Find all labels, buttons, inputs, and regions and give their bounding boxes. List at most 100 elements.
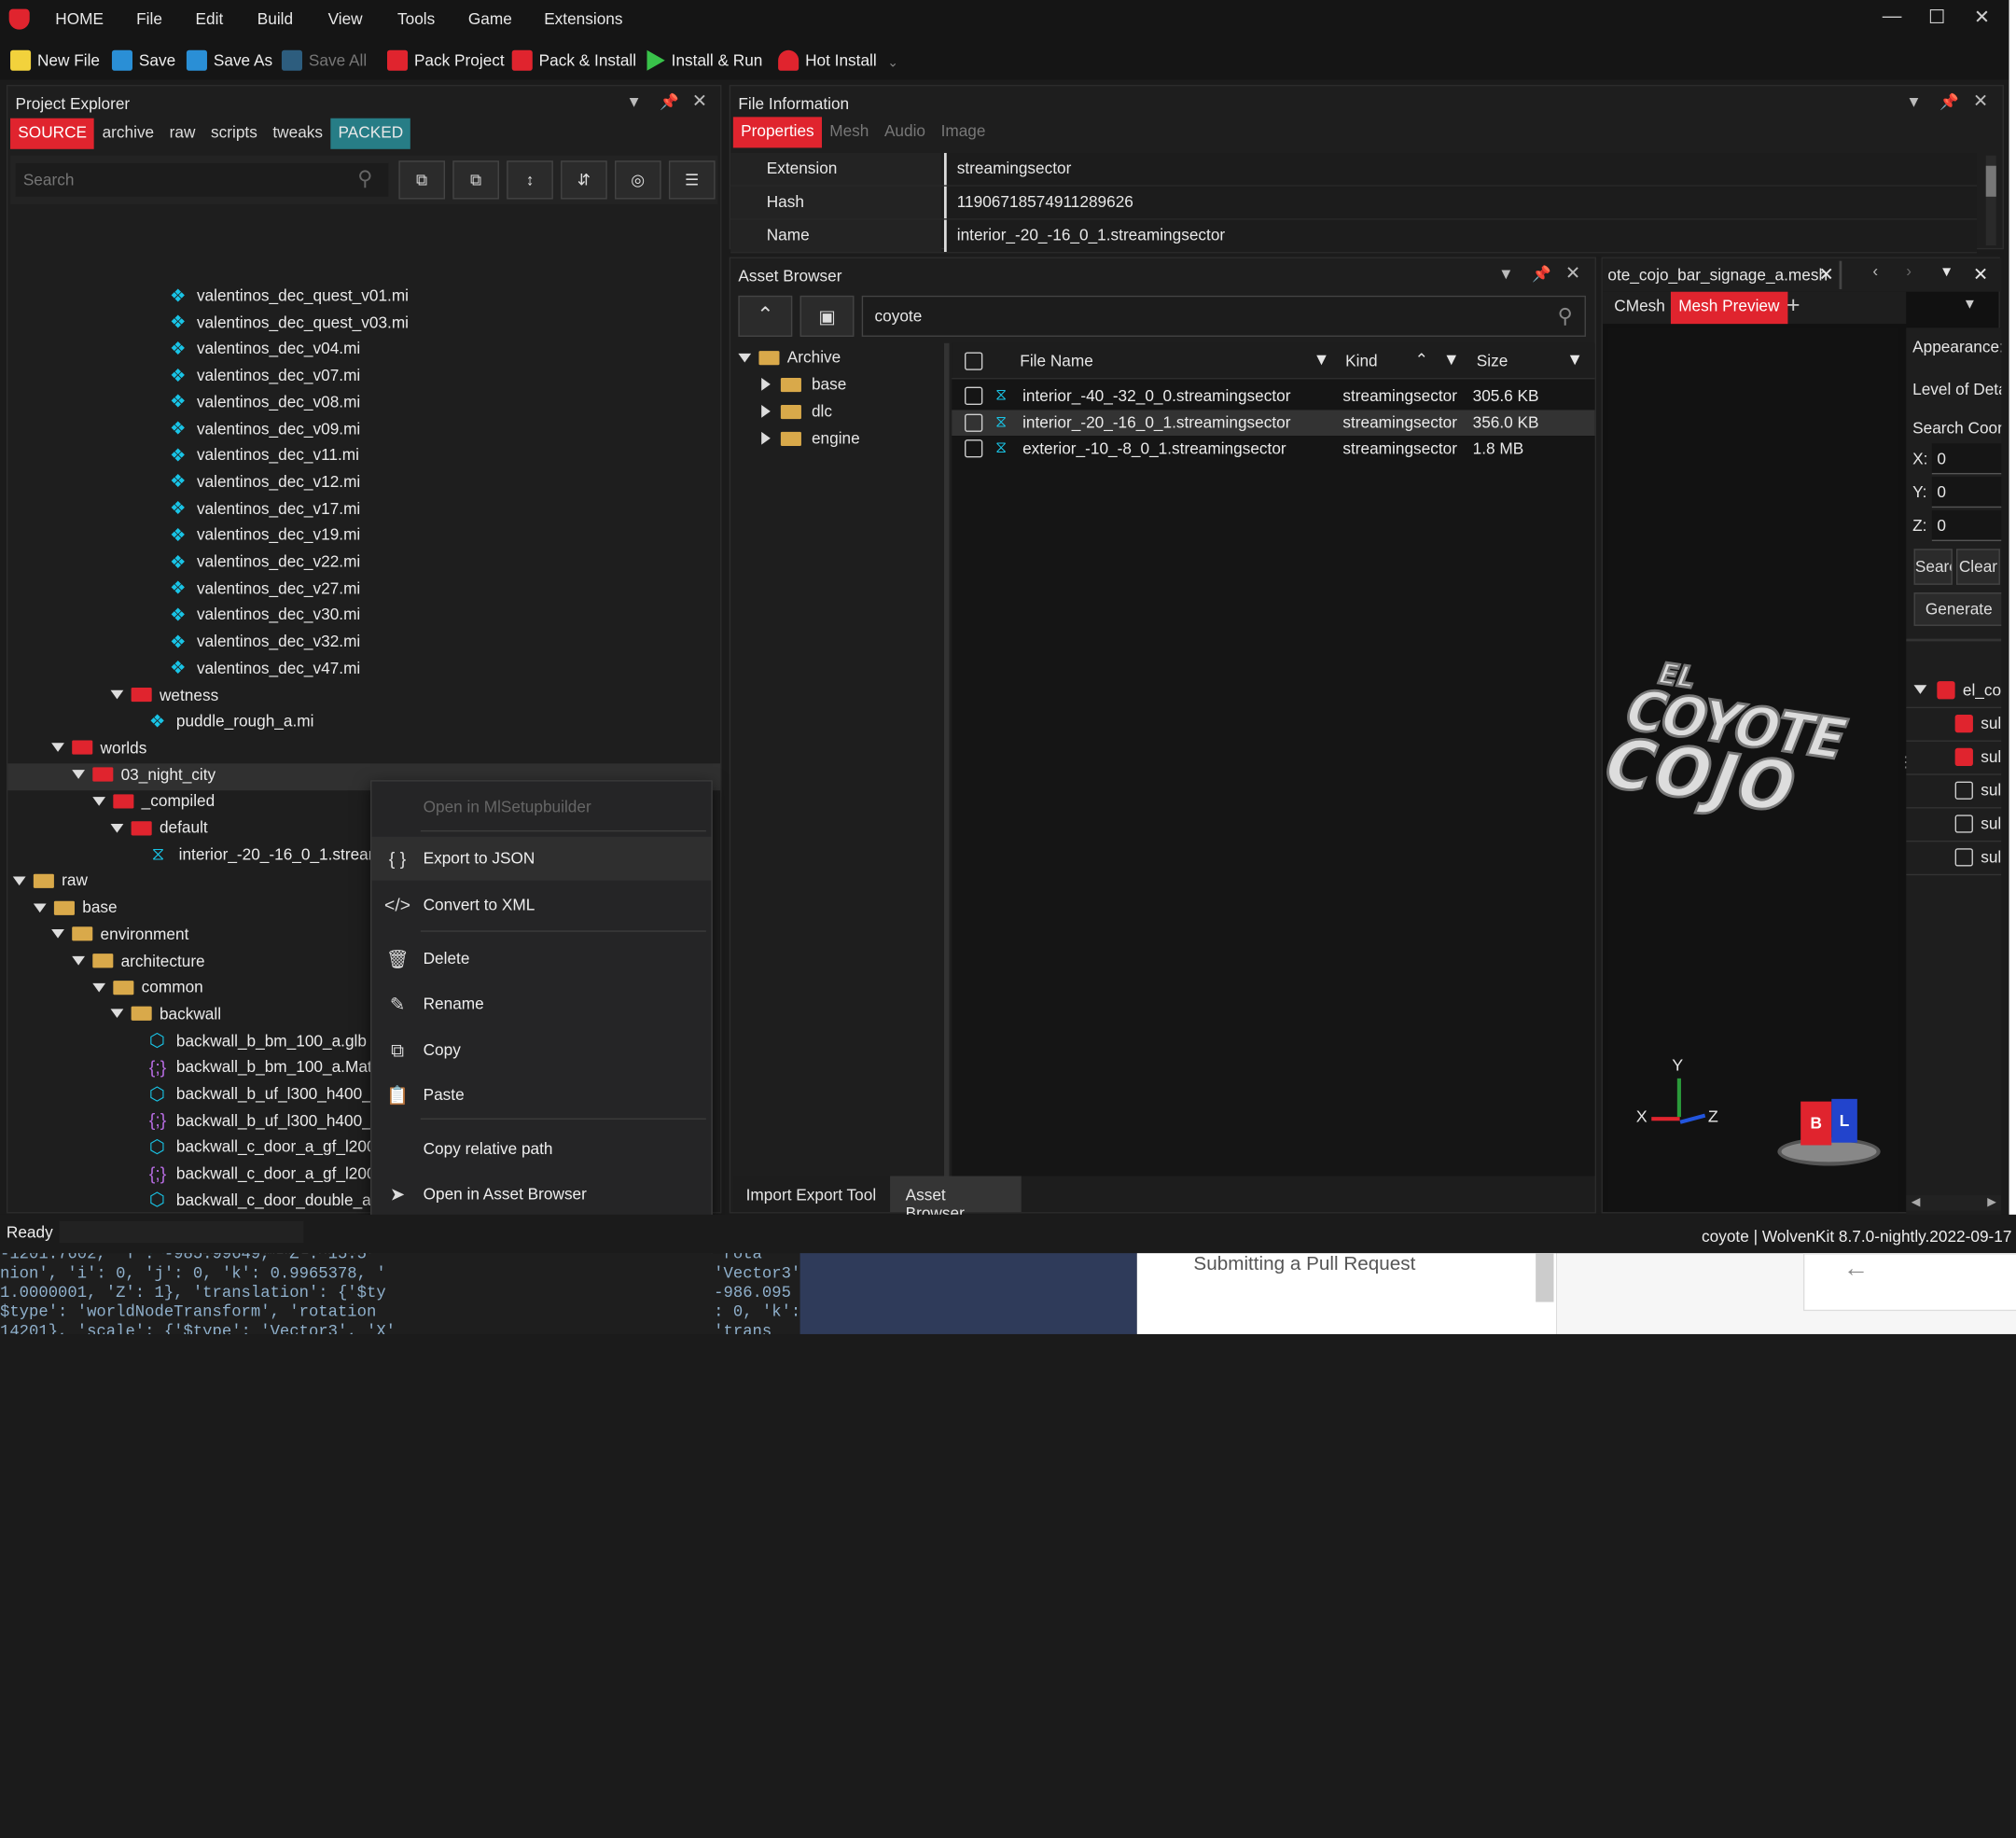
filter-icon[interactable]: ▼ [1443, 350, 1460, 369]
z-input[interactable]: 0 [1931, 509, 2002, 541]
filter-icon[interactable]: ▼ [1314, 350, 1330, 369]
submesh-item[interactable]: sul [1906, 775, 2002, 809]
install-run-button[interactable]: Install & Run [647, 49, 762, 72]
chevron-left-icon[interactable]: ‹ [1872, 262, 1878, 280]
tab-mesh[interactable]: Mesh [822, 117, 877, 147]
tree-file-item[interactable]: {;} backwall_b_uf_l300_h400_wa [149, 1107, 392, 1134]
collapsed-icon[interactable] [761, 431, 771, 445]
tree-file-item[interactable]: ❖ valentinos_dec_v12.mi [170, 469, 360, 495]
arrow-left-icon[interactable]: ← [1843, 1255, 1870, 1285]
toolbar-overflow-icon[interactable]: ⌄ [887, 57, 898, 71]
tree-file-item[interactable]: ❖ valentinos_dec_quest_v03.mi [170, 310, 409, 336]
tab-audio[interactable]: Audio [877, 117, 934, 147]
clear-button[interactable]: Clear [1956, 549, 2000, 585]
select-all-checkbox[interactable] [965, 352, 983, 370]
horizontal-scrollbar[interactable]: ◀ ▶ [1906, 1195, 2002, 1211]
file-row[interactable]: ⧖ interior_-40_-32_0_0.streamingsector str… [952, 383, 1594, 410]
menu-item-paste[interactable]: 📋 Paste [371, 1073, 711, 1117]
filter-icon[interactable]: ▼ [1566, 350, 1583, 369]
expanded-icon[interactable] [92, 982, 106, 993]
tree-file-item[interactable]: ❖ valentinos_dec_quest_v01.mi [170, 283, 409, 309]
tree-file-item[interactable]: ⬡ backwall_c_door_double_a_g [149, 1188, 389, 1214]
tab-mesh-preview[interactable]: Mesh Preview [1670, 291, 1787, 325]
search-icon[interactable]: ⚲ [1558, 303, 1573, 329]
row-checkbox[interactable] [965, 386, 983, 405]
row-checkbox[interactable] [965, 412, 983, 432]
tree-file-item[interactable]: ❖ valentinos_dec_v30.mi [170, 602, 360, 628]
submesh-item[interactable]: el_co [1906, 675, 2002, 709]
dropdown-icon[interactable]: ▼ [1498, 265, 1513, 283]
menu-item-convert-xml[interactable]: </> Convert to XML [371, 883, 711, 926]
folder-dlc[interactable]: dlc [761, 402, 832, 420]
dropdown-icon[interactable]: ▼ [1963, 297, 1977, 313]
dropdown-icon[interactable]: ▼ [1940, 265, 1953, 281]
chevron-right-icon[interactable]: › [1906, 262, 1912, 280]
tree-folder-item[interactable]: default [110, 815, 208, 841]
tree-file-item[interactable]: ❖ puddle_rough_a.mi [149, 708, 314, 734]
expanded-icon[interactable] [72, 955, 85, 966]
expanded-icon[interactable] [738, 353, 752, 362]
scrollbar[interactable] [1536, 1253, 1554, 1302]
hot-install-button[interactable]: Hot Install [778, 49, 877, 72]
property-value[interactable]: streamingsector [943, 152, 1978, 186]
tab-import-export-tool[interactable]: Import Export Tool [733, 1177, 890, 1213]
search-button[interactable]: Searc [1913, 549, 1953, 585]
tree-file-item[interactable]: ❖ valentinos_dec_v04.mi [170, 336, 360, 362]
view-cube-back-face[interactable]: B [1800, 1101, 1832, 1146]
tree-file-item[interactable]: {;} backwall_b_bm_100_a.Materi [149, 1054, 390, 1080]
expanded-icon[interactable] [72, 770, 85, 779]
scrollbar[interactable] [1985, 155, 1996, 246]
expanded-icon[interactable] [110, 1009, 124, 1019]
menu-item-delete[interactable]: 🗑 Delete [371, 937, 711, 981]
tree-file-item[interactable]: ❖ valentinos_dec_v19.mi [170, 522, 360, 549]
collapsed-icon[interactable] [761, 404, 771, 418]
save-as-button[interactable]: Save As [186, 49, 272, 72]
nav-card[interactable]: ← [1802, 1253, 2016, 1312]
tree-folder-item[interactable]: _compiled [92, 788, 215, 815]
menu-view[interactable]: View [328, 10, 363, 28]
menu-game[interactable]: Game [468, 10, 512, 28]
tree-file-item[interactable]: ⬡ backwall_c_door_a_gf_l200.gl [149, 1135, 393, 1161]
tree-file-item[interactable]: ❖ valentinos_dec_v32.mi [170, 629, 360, 655]
column-kind[interactable]: Kind [1345, 352, 1378, 369]
expanded-icon[interactable] [1913, 685, 1927, 694]
row-checkbox[interactable] [965, 439, 983, 458]
save-button[interactable]: Save [111, 49, 175, 72]
tree-file-item[interactable]: {;} backwall_c_door_a_gf_l200.M [149, 1161, 394, 1187]
expanded-icon[interactable] [110, 689, 124, 700]
tree-folder-item[interactable]: 03_night_city [72, 761, 216, 787]
tree-file-item[interactable]: ❖ valentinos_dec_v17.mi [170, 495, 360, 522]
tree-folder-item[interactable]: architecture [72, 948, 205, 974]
menu-item-copy[interactable]: ⧉ Copy [371, 1028, 711, 1072]
property-value[interactable]: 11906718574911289626 [943, 186, 1978, 219]
tree-file-item[interactable]: ❖ valentinos_dec_v07.mi [170, 363, 360, 389]
submesh-checkbox[interactable] [1954, 781, 1973, 800]
x-input[interactable]: 0 [1931, 443, 2002, 475]
file-row[interactable]: ⧖ interior_-20_-16_0_1.streamingsector str… [952, 409, 1595, 436]
expanded-icon[interactable] [92, 796, 106, 806]
close-tab-icon[interactable]: ✕ [1818, 263, 1833, 285]
tab-image[interactable]: Image [933, 117, 993, 147]
submesh-checkbox[interactable] [1937, 681, 1955, 700]
mesh-viewport[interactable]: EL COYOTE COJO Y X Z B L [1591, 327, 1898, 1213]
pin-icon[interactable]: 📌 [1940, 92, 1959, 110]
tree-folder-item[interactable]: wetness [110, 682, 218, 708]
menu-edit[interactable]: Edit [196, 10, 224, 28]
folder-base[interactable]: base [761, 375, 846, 394]
view-cube-left-face[interactable]: L [1831, 1098, 1857, 1143]
menu-build[interactable]: Build [257, 10, 293, 28]
close-window-icon[interactable]: ✕ [1967, 6, 1997, 34]
add-tab-icon[interactable]: + [1787, 292, 1800, 319]
view-cube[interactable]: B L [1775, 1098, 1884, 1177]
submesh-item[interactable]: sul [1906, 708, 2002, 742]
submesh-checkbox[interactable] [1954, 848, 1973, 867]
folder-archive[interactable]: Archive [738, 348, 841, 367]
minimize-icon[interactable]: — [1877, 6, 1908, 34]
close-icon[interactable]: ✕ [1973, 263, 1988, 285]
column-size[interactable]: Size [1477, 352, 1509, 369]
save-all-button[interactable]: Save All [281, 49, 367, 72]
menu-item-export-json[interactable]: { } Export to JSON [371, 836, 712, 881]
asset-search-input[interactable]: coyote ⚲ [861, 295, 1586, 337]
tree-folder-item[interactable]: environment [51, 921, 188, 947]
tree-file-item[interactable]: ❖ valentinos_dec_v47.mi [170, 655, 360, 681]
